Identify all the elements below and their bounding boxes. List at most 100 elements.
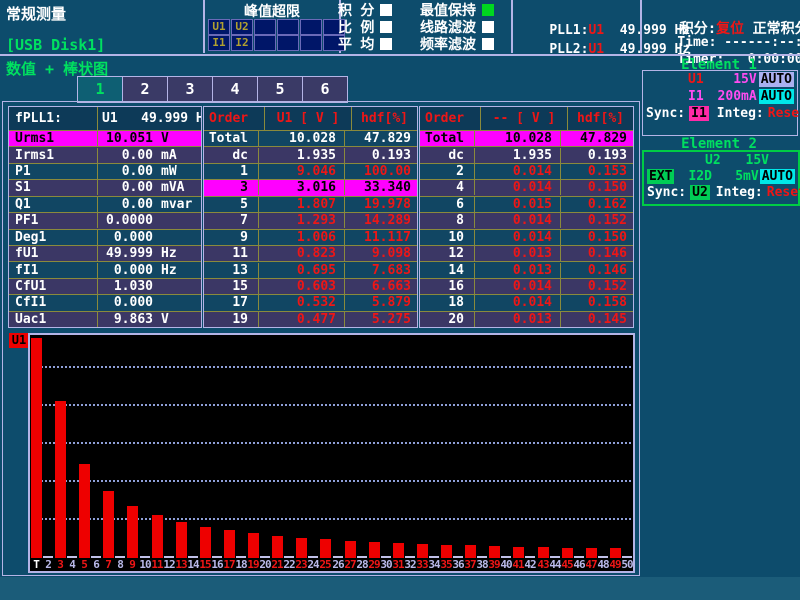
table-row[interactable]: Uac19.863V <box>9 311 201 327</box>
harmonic-bar <box>369 542 380 558</box>
table-row[interactable]: 190.4775.275 <box>204 311 417 327</box>
order-cell: 10 <box>420 230 475 245</box>
measurement-table: fPLL1: U1 49.999 Hz Urms110.051VIrms10.0… <box>8 106 202 328</box>
element1-u-auto-chip[interactable]: AUTO <box>759 72 794 87</box>
peak-cell <box>277 19 299 35</box>
table-row[interactable]: 20.0140.153 <box>420 163 633 179</box>
table-row[interactable]: 19.046100.00 <box>204 163 417 179</box>
table-row[interactable]: 140.0130.146 <box>420 261 633 277</box>
element1-current-row: I1 200mA AUTO <box>643 88 797 105</box>
table-row[interactable]: 60.0150.162 <box>420 196 633 212</box>
table-row[interactable]: 180.0140.158 <box>420 294 633 310</box>
tab-1[interactable]: 1 <box>77 76 123 103</box>
table-row[interactable]: 200.0130.145 <box>420 311 633 327</box>
table-row[interactable]: fI10.000Hz <box>9 261 201 277</box>
measurement-value: 0.000 <box>98 295 153 310</box>
filter-indicator[interactable] <box>482 38 494 50</box>
element2-i-auto-chip[interactable]: AUTO <box>760 169 795 184</box>
value-cell: 1.807 <box>259 197 345 212</box>
filter-indicator[interactable] <box>482 4 494 16</box>
measurement-label: Uac1 <box>9 312 98 327</box>
measurement-unit: V <box>153 131 201 146</box>
filter-row: 频率滤波 <box>420 35 494 52</box>
value-cell: 0.013 <box>475 263 561 278</box>
order-cell: 14 <box>420 263 475 278</box>
table-row[interactable]: 91.00611.117 <box>204 229 417 245</box>
mode-checkbox[interactable] <box>380 38 392 50</box>
value-cell: 3.016 <box>259 180 345 195</box>
order-cell: 17 <box>204 295 259 310</box>
table-row[interactable]: Urms110.051V <box>9 130 201 146</box>
element1-integ-reset[interactable]: Reset <box>768 106 800 121</box>
table-row[interactable]: Irms10.00mA <box>9 146 201 162</box>
mode-char: 平 均 <box>338 34 374 54</box>
table-row[interactable]: 40.0140.150 <box>420 179 633 195</box>
order-cell: 1 <box>204 164 259 179</box>
value-cell: 0.014 <box>475 213 561 228</box>
mode-checkbox[interactable] <box>380 21 392 33</box>
table-row[interactable]: 100.0140.150 <box>420 229 633 245</box>
hdf-cell: 5.879 <box>345 295 417 310</box>
table-row[interactable]: Total10.02847.829 <box>204 130 417 146</box>
table-row[interactable]: 33.01633.340 <box>204 179 417 195</box>
harmonic-bar <box>200 527 211 558</box>
harmonic-bar <box>176 522 187 558</box>
harmonic-table-u1-header: OrderU1 [ V ]hdf[%] <box>204 107 417 130</box>
harmonic-bar <box>296 538 307 558</box>
table-row[interactable]: 150.6036.663 <box>204 278 417 294</box>
tab-5[interactable]: 5 <box>257 76 303 103</box>
hdf-cell: 0.193 <box>345 148 417 163</box>
element1-i-auto-chip[interactable]: AUTO <box>759 89 794 104</box>
tab-6[interactable]: 6 <box>302 76 348 103</box>
hdf-cell: 0.153 <box>561 164 633 179</box>
table-row[interactable]: 51.80719.978 <box>204 196 417 212</box>
tab-4[interactable]: 4 <box>212 76 258 103</box>
element2-u-name: U2 <box>705 153 721 168</box>
measurement-label: CfI1 <box>9 295 98 310</box>
table-row[interactable]: 110.8239.098 <box>204 245 417 261</box>
peak-cell <box>254 35 276 51</box>
harmonic-bar <box>513 547 524 558</box>
table-row[interactable]: 160.0140.152 <box>420 278 633 294</box>
element1-i-name: I1 <box>688 89 704 104</box>
hdf-cell: 19.978 <box>345 197 417 212</box>
table-row[interactable]: Deg10.000 <box>9 229 201 245</box>
element2-sync-source-chip[interactable]: U2 <box>690 185 710 200</box>
table-row[interactable]: 120.0130.146 <box>420 245 633 261</box>
harmonic-bar <box>248 533 259 558</box>
table-row[interactable]: dc1.9350.193 <box>204 146 417 162</box>
table-row[interactable]: CfI10.000 <box>9 294 201 310</box>
value-cell: 0.014 <box>475 164 561 179</box>
table-row[interactable]: P10.00mW <box>9 163 201 179</box>
table-row[interactable]: S10.00mVA <box>9 179 201 195</box>
table-row[interactable]: fU149.999Hz <box>9 245 201 261</box>
table-row[interactable]: 170.5325.879 <box>204 294 417 310</box>
table-row[interactable]: 71.29314.289 <box>204 212 417 228</box>
table-row[interactable]: CfU11.030 <box>9 278 201 294</box>
table-row[interactable]: PF10.0000 <box>9 212 201 228</box>
table-row[interactable]: dc1.9350.193 <box>420 146 633 162</box>
table-row[interactable]: Total10.02847.829 <box>420 130 633 146</box>
measurement-unit: mW <box>153 164 201 179</box>
element2-integ-reset[interactable]: Reset <box>767 185 800 200</box>
hdf-cell: 7.683 <box>345 263 417 278</box>
peak-grid-row: I1I2 <box>208 35 346 51</box>
column-header: Order <box>420 107 481 130</box>
order-cell: dc <box>420 148 475 163</box>
measurement-label: Q1 <box>9 197 98 212</box>
tab-2[interactable]: 2 <box>122 76 168 103</box>
element2-integ-label: Integ: <box>716 185 763 200</box>
harmonic-bar <box>562 548 573 558</box>
tab-3[interactable]: 3 <box>167 76 213 103</box>
filter-indicator[interactable] <box>482 21 494 33</box>
table-row[interactable]: 130.6957.683 <box>204 261 417 277</box>
value-cell: 0.014 <box>475 279 561 294</box>
filter-label: 频率滤波 <box>420 34 476 54</box>
table-row[interactable]: Q10.00mvar <box>9 196 201 212</box>
element2-ext-chip[interactable]: EXT <box>647 169 674 184</box>
order-cell: Total <box>204 131 259 146</box>
table-row[interactable]: 80.0140.152 <box>420 212 633 228</box>
element1-sync-source-chip[interactable]: I1 <box>689 106 709 121</box>
mode-checkbox[interactable] <box>380 4 392 16</box>
measurement-table-header: fPLL1: U1 49.999 Hz <box>9 107 201 130</box>
